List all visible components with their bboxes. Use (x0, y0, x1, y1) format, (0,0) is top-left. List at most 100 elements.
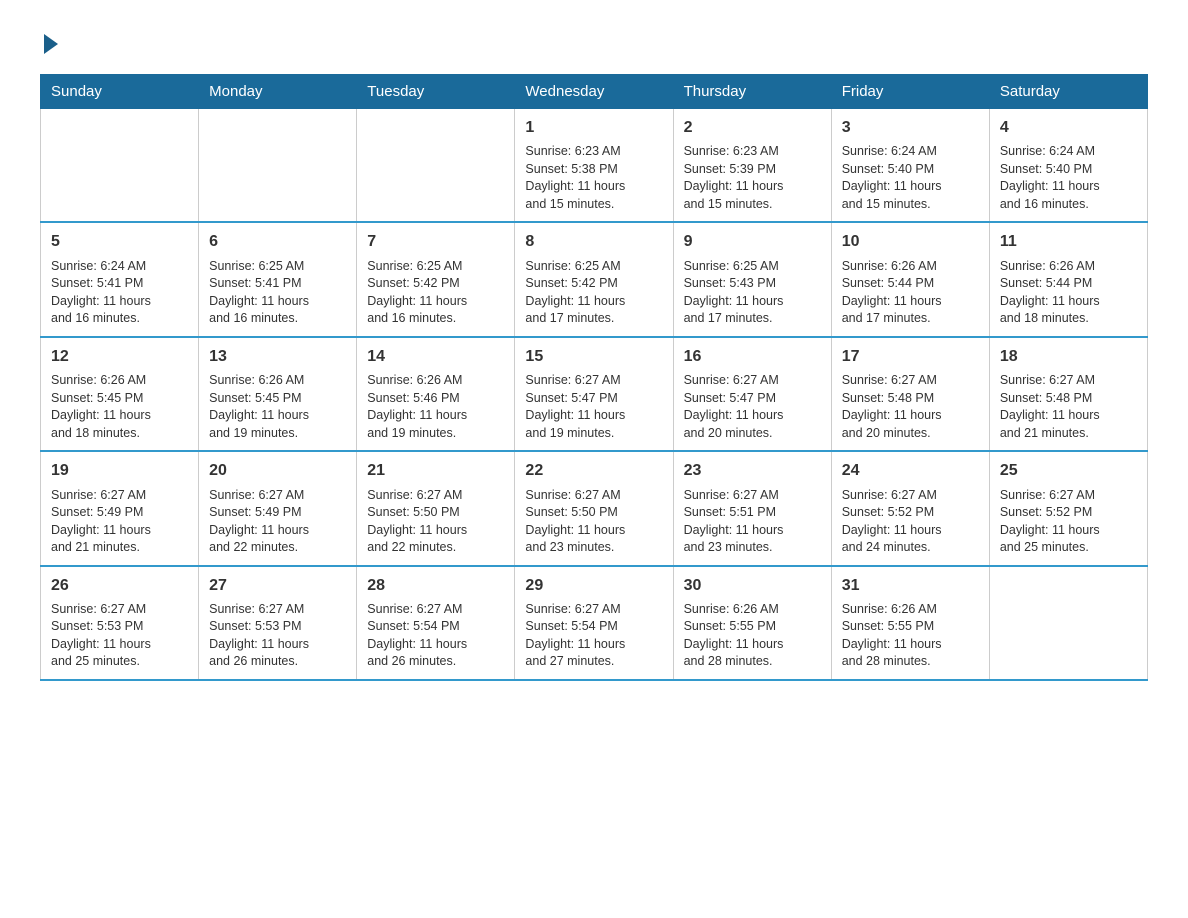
calendar-cell: 15Sunrise: 6:27 AM Sunset: 5:47 PM Dayli… (515, 337, 673, 451)
day-info: Sunrise: 6:27 AM Sunset: 5:50 PM Dayligh… (525, 487, 662, 557)
calendar-cell (357, 109, 515, 223)
calendar-header-saturday: Saturday (989, 75, 1147, 109)
day-info: Sunrise: 6:27 AM Sunset: 5:54 PM Dayligh… (367, 601, 504, 671)
calendar-cell: 4 Sunrise: 6:24 AM Sunset: 5:40 PM Daylig… (989, 109, 1147, 223)
calendar-cell: 16 Sunrise: 6:27 AM Sunset: 5:47 PM Dayli… (673, 337, 831, 451)
logo (40, 30, 58, 54)
day-info: Sunrise: 6:23 AM Sunset: 5:38 PM Dayligh… (525, 143, 662, 213)
day-number: 31 (842, 575, 979, 597)
day-info: Sunrise: 6:25 AM Sunset: 5:41 PM Dayligh… (209, 258, 346, 328)
calendar-cell: 23Sunrise: 6:27 AM Sunset: 5:51 PM Dayli… (673, 451, 831, 565)
calendar-cell: 22 Sunrise: 6:27 AM Sunset: 5:50 PM Dayli… (515, 451, 673, 565)
day-number: 17 (842, 346, 979, 368)
day-number: 3 (842, 117, 979, 139)
calendar-cell: 17 Sunrise: 6:27 AM Sunset: 5:48 PM Dayli… (831, 337, 989, 451)
day-number: 28 (367, 575, 504, 597)
calendar-cell: 31Sunrise: 6:26 AM Sunset: 5:55 PM Dayli… (831, 566, 989, 680)
day-info: Sunrise: 6:27 AM Sunset: 5:51 PM Dayligh… (684, 487, 821, 557)
calendar-cell (199, 109, 357, 223)
day-info: Sunrise: 6:27 AM Sunset: 5:48 PM Dayligh… (1000, 372, 1137, 442)
day-info: Sunrise: 6:26 AM Sunset: 5:45 PM Dayligh… (209, 372, 346, 442)
day-number: 4 (1000, 117, 1137, 139)
day-info: Sunrise: 6:24 AM Sunset: 5:40 PM Dayligh… (842, 143, 979, 213)
day-number: 15 (525, 346, 662, 368)
calendar-cell: 11 Sunrise: 6:26 AM Sunset: 5:44 PM Dayli… (989, 222, 1147, 336)
calendar-cell: 3 Sunrise: 6:24 AM Sunset: 5:40 PM Daylig… (831, 109, 989, 223)
calendar-cell: 28 Sunrise: 6:27 AM Sunset: 5:54 PM Dayli… (357, 566, 515, 680)
calendar-cell: 26 Sunrise: 6:27 AM Sunset: 5:53 PM Dayli… (41, 566, 199, 680)
calendar-cell: 1 Sunrise: 6:23 AM Sunset: 5:38 PM Daylig… (515, 109, 673, 223)
calendar-cell: 25Sunrise: 6:27 AM Sunset: 5:52 PM Dayli… (989, 451, 1147, 565)
day-number: 5 (51, 231, 188, 253)
day-number: 19 (51, 460, 188, 482)
day-number: 1 (525, 117, 662, 139)
calendar-cell: 24 Sunrise: 6:27 AM Sunset: 5:52 PM Dayli… (831, 451, 989, 565)
day-info: Sunrise: 6:26 AM Sunset: 5:44 PM Dayligh… (1000, 258, 1137, 328)
day-number: 16 (684, 346, 821, 368)
calendar-header-tuesday: Tuesday (357, 75, 515, 109)
day-info: Sunrise: 6:24 AM Sunset: 5:40 PM Dayligh… (1000, 143, 1137, 213)
day-info: Sunrise: 6:25 AM Sunset: 5:42 PM Dayligh… (367, 258, 504, 328)
calendar-cell: 30 Sunrise: 6:26 AM Sunset: 5:55 PM Dayli… (673, 566, 831, 680)
calendar-header-row: SundayMondayTuesdayWednesdayThursdayFrid… (41, 75, 1148, 109)
calendar-week-row: 26 Sunrise: 6:27 AM Sunset: 5:53 PM Dayli… (41, 566, 1148, 680)
day-info: Sunrise: 6:27 AM Sunset: 5:50 PM Dayligh… (367, 487, 504, 557)
calendar-week-row: 12 Sunrise: 6:26 AM Sunset: 5:45 PM Dayli… (41, 337, 1148, 451)
calendar-header-sunday: Sunday (41, 75, 199, 109)
day-number: 13 (209, 346, 346, 368)
calendar-header-wednesday: Wednesday (515, 75, 673, 109)
calendar-cell: 13 Sunrise: 6:26 AM Sunset: 5:45 PM Dayli… (199, 337, 357, 451)
day-number: 9 (684, 231, 821, 253)
day-number: 26 (51, 575, 188, 597)
day-info: Sunrise: 6:26 AM Sunset: 5:46 PM Dayligh… (367, 372, 504, 442)
calendar-cell: 9 Sunrise: 6:25 AM Sunset: 5:43 PM Daylig… (673, 222, 831, 336)
day-info: Sunrise: 6:27 AM Sunset: 5:52 PM Dayligh… (842, 487, 979, 557)
calendar-cell: 18 Sunrise: 6:27 AM Sunset: 5:48 PM Dayli… (989, 337, 1147, 451)
calendar-cell (989, 566, 1147, 680)
day-number: 20 (209, 460, 346, 482)
calendar-header-monday: Monday (199, 75, 357, 109)
calendar-cell: 14 Sunrise: 6:26 AM Sunset: 5:46 PM Dayli… (357, 337, 515, 451)
calendar-table: SundayMondayTuesdayWednesdayThursdayFrid… (40, 74, 1148, 681)
day-info: Sunrise: 6:27 AM Sunset: 5:53 PM Dayligh… (209, 601, 346, 671)
day-info: Sunrise: 6:23 AM Sunset: 5:39 PM Dayligh… (684, 143, 821, 213)
day-number: 10 (842, 231, 979, 253)
day-info: Sunrise: 6:27 AM Sunset: 5:48 PM Dayligh… (842, 372, 979, 442)
day-number: 24 (842, 460, 979, 482)
day-number: 12 (51, 346, 188, 368)
day-number: 14 (367, 346, 504, 368)
day-number: 18 (1000, 346, 1137, 368)
calendar-cell: 8 Sunrise: 6:25 AM Sunset: 5:42 PM Daylig… (515, 222, 673, 336)
day-info: Sunrise: 6:27 AM Sunset: 5:49 PM Dayligh… (51, 487, 188, 557)
calendar-cell: 20 Sunrise: 6:27 AM Sunset: 5:49 PM Dayli… (199, 451, 357, 565)
day-info: Sunrise: 6:27 AM Sunset: 5:52 PM Dayligh… (1000, 487, 1137, 557)
calendar-week-row: 19 Sunrise: 6:27 AM Sunset: 5:49 PM Dayli… (41, 451, 1148, 565)
calendar-week-row: 5 Sunrise: 6:24 AM Sunset: 5:41 PM Daylig… (41, 222, 1148, 336)
calendar-cell: 5 Sunrise: 6:24 AM Sunset: 5:41 PM Daylig… (41, 222, 199, 336)
calendar-cell (41, 109, 199, 223)
day-number: 8 (525, 231, 662, 253)
calendar-header-friday: Friday (831, 75, 989, 109)
day-number: 22 (525, 460, 662, 482)
day-number: 27 (209, 575, 346, 597)
day-info: Sunrise: 6:27 AM Sunset: 5:47 PM Dayligh… (684, 372, 821, 442)
day-number: 11 (1000, 231, 1137, 253)
day-number: 29 (525, 575, 662, 597)
page-header (40, 30, 1148, 54)
calendar-cell: 19 Sunrise: 6:27 AM Sunset: 5:49 PM Dayli… (41, 451, 199, 565)
calendar-week-row: 1 Sunrise: 6:23 AM Sunset: 5:38 PM Daylig… (41, 109, 1148, 223)
calendar-cell: 10Sunrise: 6:26 AM Sunset: 5:44 PM Dayli… (831, 222, 989, 336)
day-info: Sunrise: 6:24 AM Sunset: 5:41 PM Dayligh… (51, 258, 188, 328)
calendar-body: 1 Sunrise: 6:23 AM Sunset: 5:38 PM Daylig… (41, 109, 1148, 680)
calendar-cell: 12Sunrise: 6:26 AM Sunset: 5:45 PM Dayli… (41, 337, 199, 451)
day-info: Sunrise: 6:25 AM Sunset: 5:43 PM Dayligh… (684, 258, 821, 328)
day-info: Sunrise: 6:27 AM Sunset: 5:53 PM Dayligh… (51, 601, 188, 671)
calendar-cell: 27 Sunrise: 6:27 AM Sunset: 5:53 PM Dayli… (199, 566, 357, 680)
day-info: Sunrise: 6:25 AM Sunset: 5:42 PM Dayligh… (525, 258, 662, 328)
day-number: 30 (684, 575, 821, 597)
day-number: 21 (367, 460, 504, 482)
calendar-header-thursday: Thursday (673, 75, 831, 109)
day-info: Sunrise: 6:26 AM Sunset: 5:55 PM Dayligh… (684, 601, 821, 671)
calendar-cell: 21 Sunrise: 6:27 AM Sunset: 5:50 PM Dayli… (357, 451, 515, 565)
day-info: Sunrise: 6:27 AM Sunset: 5:49 PM Dayligh… (209, 487, 346, 557)
